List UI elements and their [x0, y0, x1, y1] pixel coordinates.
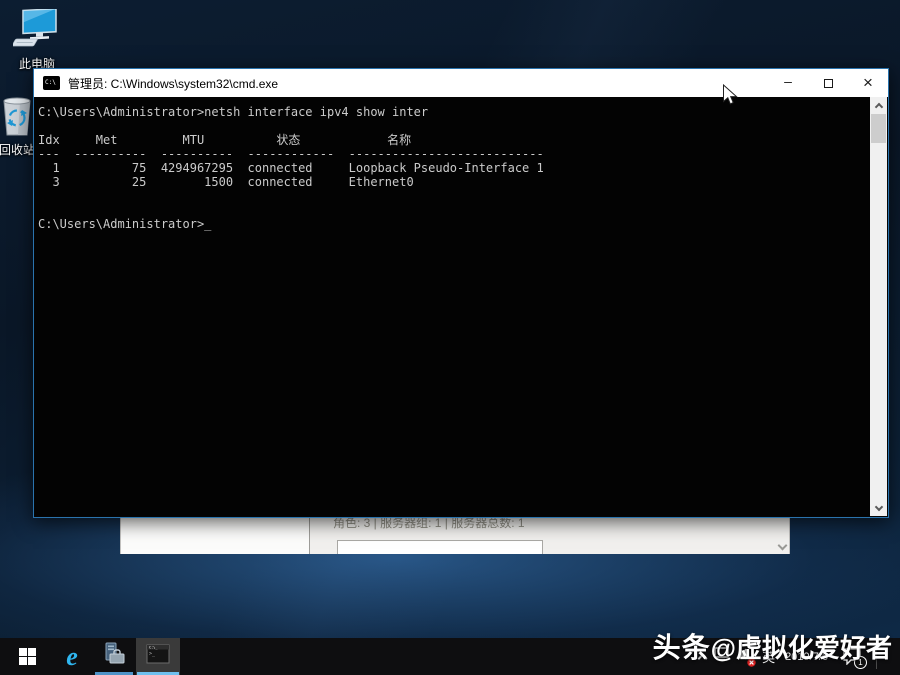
desktop-icon-recycle-bin[interactable]: 回收站 — [0, 93, 36, 158]
cmd-titlebar[interactable]: C:\ 管理员: C:\Windows\system32\cmd.exe – × — [34, 69, 888, 97]
watermark-brand: 头条 — [653, 632, 711, 663]
scroll-down-icon[interactable] — [779, 542, 787, 550]
this-pc-icon — [13, 38, 61, 52]
console-output-area[interactable]: C:\Users\Administrator>netsh interface i… — [35, 97, 870, 516]
recycle-bin-icon — [0, 126, 34, 140]
internet-explorer-icon: e — [66, 642, 78, 672]
taskbar-item-cmd-active[interactable]: C:\_ >_ — [136, 638, 180, 675]
minimize-icon: – — [784, 73, 792, 89]
server-manager-left-pane — [121, 518, 310, 554]
console-caret: _ — [204, 217, 211, 231]
scrollbar-up-icon[interactable] — [870, 97, 887, 113]
start-button[interactable] — [6, 638, 48, 675]
mouse-cursor — [722, 84, 739, 112]
watermark-account: @虚拟化爱好者 — [711, 633, 892, 663]
recycle-bin-label: 回收站 — [0, 141, 36, 158]
server-manager-window-fragment[interactable]: 角色: 3 | 服务器组: 1 | 服务器总数: 1 — [120, 518, 790, 554]
windows-logo-icon — [19, 648, 36, 665]
cmd-app-icon: C:\ — [43, 76, 60, 90]
minimize-button[interactable]: – — [768, 69, 808, 97]
taskbar-item-internet-explorer[interactable]: e — [52, 638, 92, 675]
svg-text:C:\_: C:\_ — [149, 646, 158, 650]
taskbar-item-server-manager[interactable] — [94, 638, 134, 675]
maximize-button[interactable] — [808, 69, 848, 97]
cmd-taskbar-icon: C:\_ >_ — [146, 644, 170, 669]
scrollbar-down-icon[interactable] — [870, 500, 887, 516]
desktop: 此电脑 回收站 角色: 3 | 服务器组: 1 | 服务器总数: 1 C:\ 管… — [0, 0, 900, 675]
svg-text:>_: >_ — [149, 651, 156, 657]
watermark: 头条@虚拟化爱好者 — [653, 626, 892, 666]
cmd-window[interactable]: C:\ 管理员: C:\Windows\system32\cmd.exe – ×… — [33, 68, 889, 518]
scrollbar-thumb[interactable] — [871, 114, 886, 143]
console-text: C:\Users\Administrator>netsh interface i… — [35, 97, 870, 231]
close-button[interactable]: × — [848, 69, 888, 97]
server-manager-icon — [102, 642, 126, 671]
window-title: 管理员: C:\Windows\system32\cmd.exe — [68, 75, 278, 92]
server-manager-field-fragment[interactable] — [337, 540, 543, 554]
desktop-icon-this-pc[interactable]: 此电脑 — [7, 9, 67, 72]
console-scrollbar[interactable] — [870, 97, 887, 516]
maximize-icon — [824, 79, 833, 88]
close-icon: × — [863, 73, 873, 93]
